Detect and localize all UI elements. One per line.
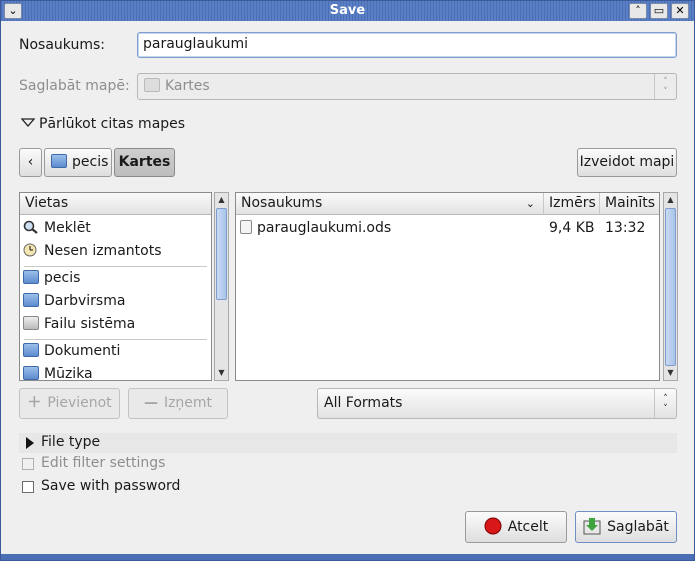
file-row[interactable]: parauglaukumi.ods 9,4 KB 13:32: [236, 217, 659, 240]
places-item-filesystem[interactable]: Failu sistēma: [20, 313, 135, 336]
create-folder-label: Izveidot mapi: [579, 154, 675, 170]
desktop-folder-icon: [23, 293, 39, 307]
search-icon: [23, 220, 38, 234]
places-item-home[interactable]: pecis: [20, 267, 80, 290]
plus-icon: ＋: [27, 395, 42, 411]
places-item-label: Failu sistēma: [44, 316, 136, 332]
close-icon: ✕: [675, 4, 685, 17]
places-item-label: Mūzika: [44, 366, 93, 381]
remove-bookmark-label: Izņemt: [163, 395, 213, 411]
column-header-name[interactable]: Nosaukums ⌄: [236, 193, 544, 215]
remove-bookmark-button[interactable]: — Izņemt: [128, 388, 228, 419]
create-folder-button[interactable]: Izveidot mapi: [577, 148, 677, 177]
minus-icon: —: [143, 395, 158, 411]
folder-icon: [144, 78, 160, 92]
places-header[interactable]: Vietas: [20, 193, 211, 215]
window-bottom-border: [1, 554, 694, 560]
places-item-search[interactable]: Meklēt: [20, 217, 91, 240]
window-menu-button[interactable]: ⌄: [4, 3, 22, 19]
places-item-label: Meklēt: [44, 220, 91, 236]
places-item-documents[interactable]: Dokumenti: [20, 340, 120, 363]
files-scroll-thumb[interactable]: [665, 208, 676, 366]
places-scrollbar[interactable]: ▲ ▼: [214, 192, 229, 381]
file-type-label: File type: [41, 434, 101, 450]
chevron-down-icon: ⌄: [8, 4, 18, 17]
places-item-recent[interactable]: Nesen izmantots: [20, 240, 161, 263]
file-type-expander[interactable]: File type: [19, 433, 677, 453]
places-item-label: Darbvirsma: [44, 293, 126, 309]
scroll-up-icon[interactable]: ▲: [664, 193, 677, 207]
chevron-left-icon: ‹: [27, 154, 34, 170]
path-crumb-label: pecis: [72, 154, 109, 170]
browse-folders-expander[interactable]: Pārlūkot citas mapes: [20, 116, 186, 132]
title-bar: Save: [1, 1, 694, 21]
sort-chevron-icon: ⌄: [525, 197, 535, 210]
file-filter-value: All Formats: [324, 395, 403, 411]
files-scrollbar[interactable]: ▲ ▼: [663, 192, 678, 381]
places-item-desktop[interactable]: Darbvirsma: [20, 290, 125, 313]
file-filter-combo[interactable]: All Formats ˄ ˅: [317, 388, 677, 419]
cancel-label: Atcelt: [507, 519, 549, 535]
filename-input[interactable]: parauglaukumi: [137, 32, 677, 58]
column-header-modified[interactable]: Mainīts: [600, 193, 659, 215]
places-item-label: pecis: [44, 270, 81, 286]
places-item-label: Dokumenti: [44, 343, 121, 359]
spreadsheet-file-icon: [240, 220, 252, 234]
path-back-button[interactable]: ‹: [19, 148, 42, 177]
file-modified: 13:32: [605, 220, 646, 236]
expander-closed-icon: [26, 437, 34, 449]
maximize-icon: ▭: [653, 4, 665, 17]
save-in-folder-label: Saglabāt mapē:: [19, 78, 130, 94]
save-button[interactable]: Saglabāt: [575, 511, 677, 543]
chevron-up-icon: ˄: [635, 4, 641, 17]
save-in-folder-value: Kartes: [165, 78, 210, 94]
maximize-button[interactable]: ▭: [650, 3, 668, 19]
places-item-music[interactable]: Mūzika: [20, 363, 93, 381]
scroll-down-icon[interactable]: ▼: [215, 366, 228, 380]
scroll-up-icon[interactable]: ▲: [215, 193, 228, 207]
path-crumb-kartes[interactable]: Kartes: [114, 148, 175, 177]
window-title: Save: [329, 3, 366, 18]
expander-open-icon: [20, 118, 36, 127]
path-crumb-label: Kartes: [118, 154, 171, 170]
home-folder-icon: [51, 154, 67, 168]
column-header-size[interactable]: Izmērs: [544, 193, 600, 215]
documents-folder-icon: [23, 343, 39, 357]
file-list-panel: Nosaukums ⌄ Izmērs Mainīts parauglaukumi…: [235, 192, 660, 381]
column-header-name-label: Nosaukums: [241, 195, 323, 211]
name-label: Nosaukums:: [19, 37, 105, 53]
drive-icon: [23, 316, 39, 330]
places-scroll-thumb[interactable]: [216, 208, 227, 300]
music-folder-icon: [23, 366, 39, 380]
home-folder-icon: [23, 270, 39, 284]
clock-icon: [23, 243, 37, 257]
combo-arrows-icon: ˄ ˅: [654, 389, 676, 418]
browse-folders-label: Pārlūkot citas mapes: [39, 116, 186, 132]
add-bookmark-button[interactable]: ＋ Pievienot: [19, 388, 120, 419]
combo-arrows-icon: ˄ ˅: [654, 74, 676, 99]
edit-filter-checkbox[interactable]: [22, 458, 34, 470]
file-name-cell: parauglaukumi.ods: [240, 217, 391, 240]
save-password-label: Save with password: [41, 478, 181, 494]
file-size: 9,4 KB: [549, 220, 595, 236]
save-dialog: Save ⌄ ˄ ▭ ✕ Nosaukums: parauglaukumi Sa…: [0, 0, 695, 561]
add-bookmark-label: Pievienot: [47, 395, 112, 411]
places-item-label: Nesen izmantots: [44, 243, 162, 259]
scroll-down-icon[interactable]: ▼: [664, 366, 677, 380]
stop-icon: [484, 517, 502, 535]
places-panel: Vietas Meklēt Nesen izmantots pecis Darb…: [19, 192, 212, 381]
file-name: parauglaukumi.ods: [257, 220, 392, 236]
save-icon: [583, 518, 601, 535]
save-label: Saglabāt: [607, 519, 669, 535]
cancel-button[interactable]: Atcelt: [465, 511, 567, 543]
shade-button[interactable]: ˄: [629, 3, 647, 19]
save-in-folder-combo[interactable]: Kartes ˄ ˅: [137, 73, 677, 100]
edit-filter-label: Edit filter settings: [41, 455, 166, 471]
path-crumb-pecis[interactable]: pecis: [44, 148, 112, 177]
close-button[interactable]: ✕: [671, 3, 689, 19]
save-password-checkbox[interactable]: [22, 481, 34, 493]
